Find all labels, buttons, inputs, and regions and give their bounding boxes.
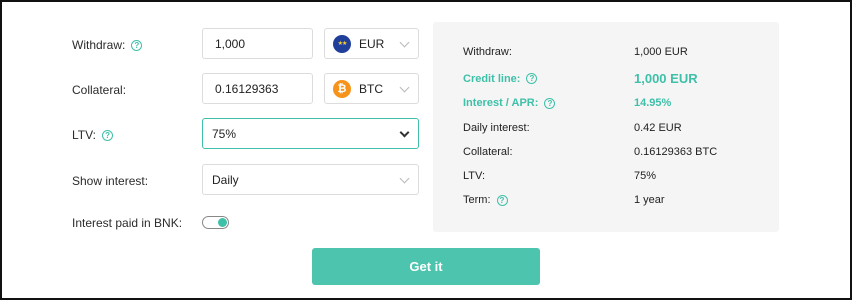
summary-term-value: 1 year xyxy=(634,194,665,206)
summary-row-withdraw: Withdraw: 1,000 EUR xyxy=(463,46,769,58)
summary-credit-line-label: Credit line: xyxy=(463,72,521,85)
summary-credit-line-value: 1,000 EUR xyxy=(634,71,698,86)
summary-panel: Withdraw: 1,000 EUR Credit line:? 1,000 … xyxy=(433,22,779,232)
ltv-label-row: LTV: ? xyxy=(72,128,114,142)
summary-row-collateral: Collateral: 0.16129363 BTC xyxy=(463,146,769,158)
help-icon[interactable]: ? xyxy=(102,129,114,141)
withdraw-currency-select[interactable]: ★★ EUR xyxy=(324,28,419,59)
interest-bnk-label-row: Interest paid in BNK: xyxy=(72,216,182,230)
chevron-down-icon xyxy=(399,127,410,138)
summary-term-label: Term: xyxy=(463,194,491,206)
summary-apr-label: Interest / APR: xyxy=(463,97,539,109)
withdraw-label: Withdraw: xyxy=(72,38,126,52)
show-interest-label: Show interest: xyxy=(72,174,149,188)
summary-withdraw-value: 1,000 EUR xyxy=(634,46,688,58)
chevron-down-icon xyxy=(399,173,410,184)
summary-ltv-label: LTV: xyxy=(463,170,486,182)
help-icon[interactable]: ? xyxy=(131,39,143,51)
collateral-amount-input[interactable]: 0.16129363 xyxy=(202,73,313,104)
summary-row-term: Term:? 1 year xyxy=(463,194,769,206)
summary-collateral-label: Collateral: xyxy=(463,146,513,158)
collateral-label: Collateral: xyxy=(72,83,127,97)
bitcoin-icon: ₿ xyxy=(333,79,351,98)
summary-withdraw-label: Withdraw: xyxy=(463,46,512,58)
summary-collateral-value: 0.16129363 BTC xyxy=(634,146,718,158)
interest-bnk-label: Interest paid in BNK: xyxy=(72,216,183,230)
summary-daily-label: Daily interest: xyxy=(463,122,530,134)
show-interest-value: Daily xyxy=(212,172,239,187)
summary-apr-value: 14.95% xyxy=(634,97,672,109)
summary-row-ltv: LTV: 75% xyxy=(463,170,769,182)
eu-flag-icon: ★★ xyxy=(333,34,351,53)
ltv-label: LTV: xyxy=(72,128,97,142)
help-icon[interactable]: ? xyxy=(544,97,556,109)
ltv-value: 75% xyxy=(212,126,237,141)
interest-bnk-toggle[interactable] xyxy=(202,216,229,229)
help-icon[interactable]: ? xyxy=(526,73,538,84)
collateral-currency-select[interactable]: ₿ BTC xyxy=(324,73,419,104)
summary-row-apr: Interest / APR:? 14.95% xyxy=(463,97,769,109)
summary-ltv-value: 75% xyxy=(634,170,657,182)
summary-daily-value: 0.42 EUR xyxy=(634,122,682,134)
get-it-button[interactable]: Get it xyxy=(312,248,540,285)
withdraw-currency-value: EUR xyxy=(359,36,385,51)
ltv-select[interactable]: 75% xyxy=(202,118,419,149)
chevron-down-icon xyxy=(399,82,410,93)
withdraw-label-row: Withdraw: ? xyxy=(72,38,143,52)
help-icon[interactable]: ? xyxy=(496,194,508,206)
show-interest-select[interactable]: Daily xyxy=(202,164,419,195)
summary-row-daily-interest: Daily interest: 0.42 EUR xyxy=(463,122,769,134)
withdraw-amount-input[interactable]: 1,000 xyxy=(202,28,313,59)
collateral-currency-value: BTC xyxy=(359,81,383,96)
collateral-label-row: Collateral: xyxy=(72,83,126,97)
summary-row-credit-line: Credit line:? 1,000 EUR xyxy=(463,71,769,86)
chevron-down-icon xyxy=(399,37,410,48)
toggle-knob xyxy=(218,218,227,227)
show-interest-label-row: Show interest: xyxy=(72,174,148,188)
